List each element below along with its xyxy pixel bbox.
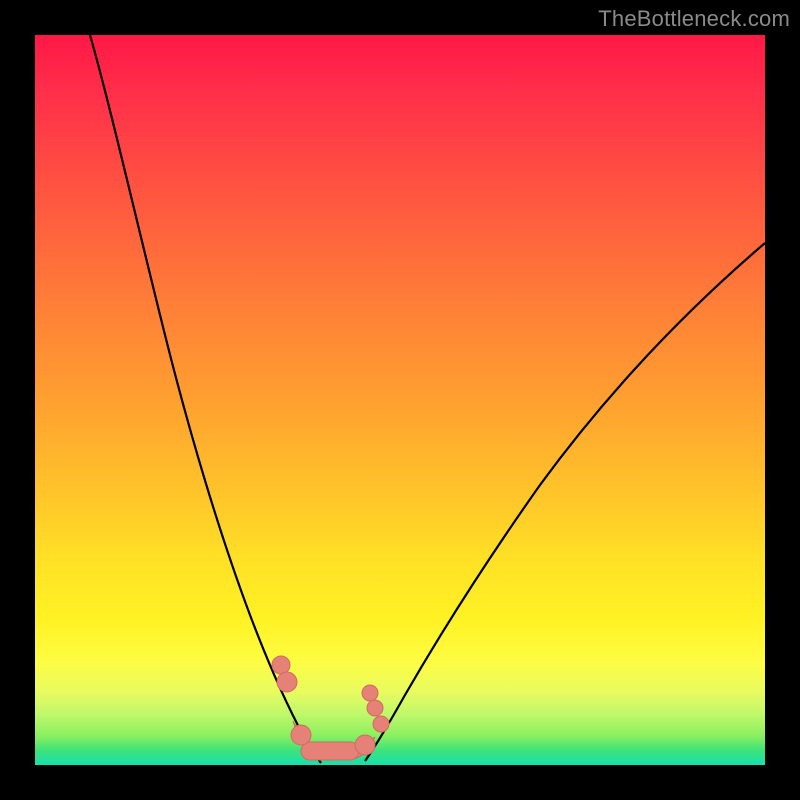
marker-dot (355, 735, 375, 755)
marker-valley-fill (301, 742, 359, 760)
marker-dot (291, 725, 311, 745)
chart-frame: TheBottleneck.com (0, 0, 800, 800)
marker-dot (373, 716, 389, 732)
watermark-text: TheBottleneck.com (598, 6, 790, 32)
plot-area (35, 35, 765, 765)
marker-dot (277, 672, 297, 692)
marker-dot (362, 685, 378, 701)
left-curve (90, 35, 321, 763)
marker-dot (367, 700, 383, 716)
marker-dot (272, 656, 290, 674)
right-curve (365, 243, 765, 761)
chart-svg (35, 35, 765, 765)
